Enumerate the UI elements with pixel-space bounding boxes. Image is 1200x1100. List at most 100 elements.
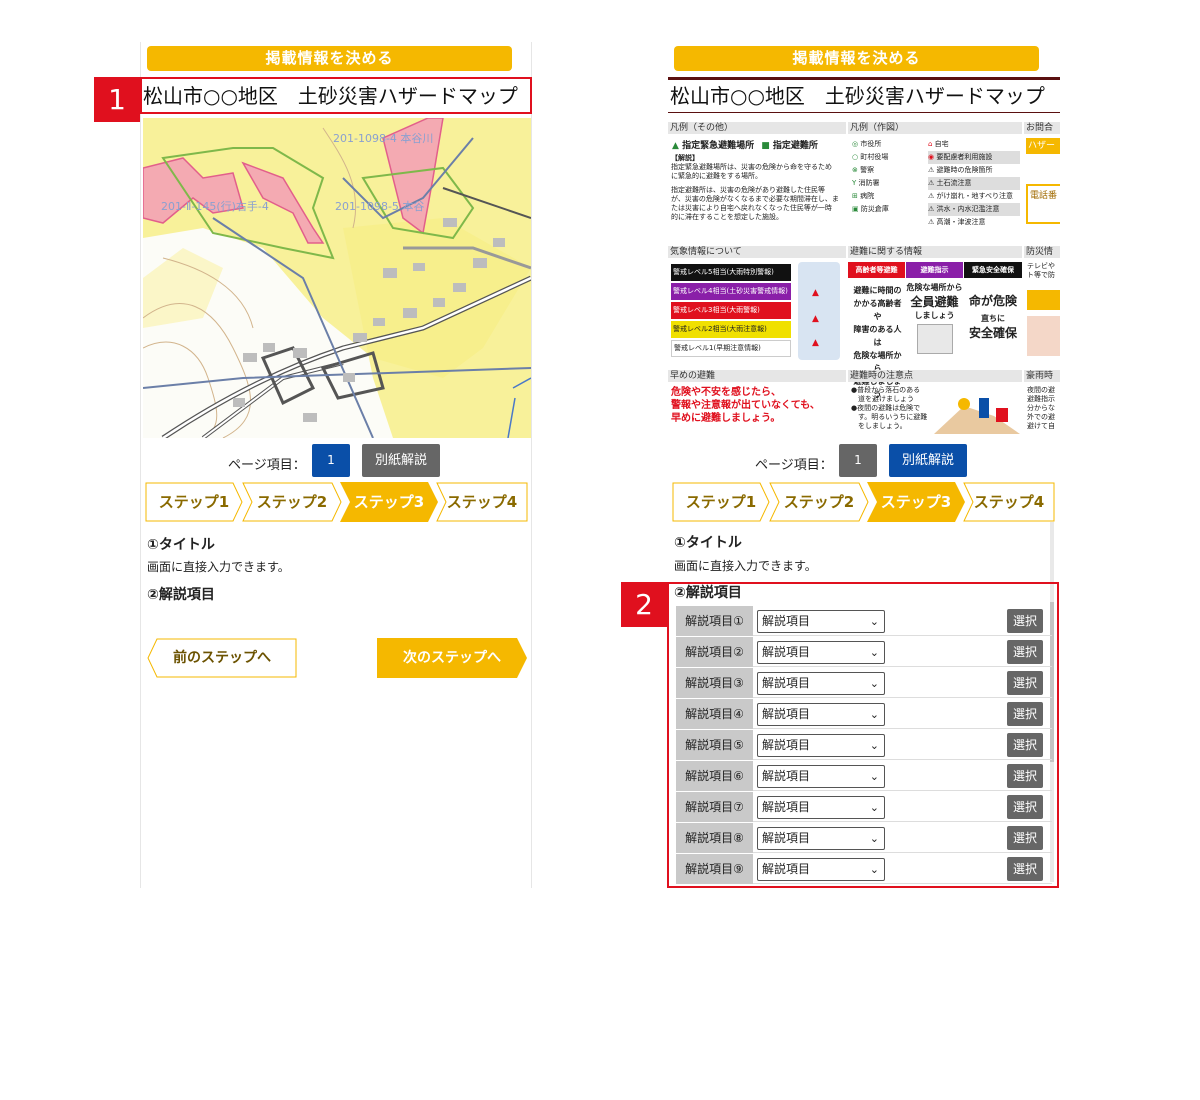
weather-level-4: 警戒レベル4相当(土砂災害警戒情報) xyxy=(671,283,791,300)
legend-item: 高潮・津波注意 xyxy=(936,218,986,226)
heavy-line: 避けて自 xyxy=(1027,422,1055,430)
evac-col1-line: 障害のある人は xyxy=(853,325,902,347)
shelter-icon: ■ xyxy=(761,141,770,151)
legend-item: 市役所 xyxy=(860,140,882,148)
disaster-info-title: 防災情 xyxy=(1024,246,1060,258)
emergency-site-icon: ▲ xyxy=(672,141,679,151)
poster-preview[interactable]: 凡例（その他） ▲ 指定緊急避難場所 ■ 指定避難所 【解説】 指定緊急避難場所… xyxy=(668,122,1060,438)
caution-line: ●普段から落石のある xyxy=(851,386,921,394)
page-number-button[interactable]: 1 xyxy=(312,444,350,477)
tv-text: ト等で防 xyxy=(1027,271,1055,279)
map-label-1: 201-1098-4 本谷川 xyxy=(333,131,433,145)
section-title-title: ①タイトル xyxy=(147,537,215,553)
weather-title: 気象情報について xyxy=(668,246,846,258)
section-explanation-title: ②解説項目 xyxy=(147,587,215,603)
separate-explanation-button[interactable]: 別紙解説 xyxy=(889,444,967,477)
explain-line: 指定緊急避難場所は、災害の危険から命を守るため xyxy=(671,163,832,171)
legend-item: 病院 xyxy=(860,192,875,200)
evac-col1-line: かかる高齢者や xyxy=(853,299,902,321)
caution-title: 避難時の注意点 xyxy=(848,370,1022,382)
weather-side-graphic: ▲ ▲ ▲ xyxy=(798,262,840,360)
legend-item: 避難時の危険箇所 xyxy=(936,166,993,174)
caution-panel: 避難時の注意点 ●普段から落石のある 道を避けましょう ●夜間の避難は危険で す… xyxy=(848,370,1022,438)
page-item-row: ページ項目： 1 別紙解説 xyxy=(668,444,1060,478)
evac-info-title: 避難に関する情報 xyxy=(848,246,1022,258)
early-evacuation-panel: 早めの避難 危険や不安を感じたら、 警報や注意報が出ていなくても、 早めに避難し… xyxy=(668,370,846,438)
callout-number-2: 2 xyxy=(621,582,667,627)
evac-col1-line: 避難に時間の xyxy=(853,286,902,295)
map-thumbnail xyxy=(1027,316,1060,356)
hazard-label: ハザー xyxy=(1026,138,1060,154)
weather-level-2: 警戒レベル2相当(大雨注意報) xyxy=(671,321,791,338)
step-1[interactable]: ステップ1 xyxy=(672,482,770,522)
next-step-button[interactable]: 次のステップへ xyxy=(377,638,527,678)
evacuation-info-panel: 避難に関する情報 高齢者等避難 避難指示 緊急安全確保 避難に時間の かかる高齢… xyxy=(848,246,1022,399)
heavy-line: 外での避 xyxy=(1027,413,1055,421)
map-label-3: 201-1098-5 本谷 xyxy=(335,199,424,213)
early-line: 早めに避難しましょう。 xyxy=(671,413,781,424)
page-item-row: ページ項目： 1 別紙解説 xyxy=(141,444,533,478)
building-icon xyxy=(916,324,953,354)
tv-text: テレビや xyxy=(1027,262,1055,270)
early-title: 早めの避難 xyxy=(668,370,846,382)
early-line: 危険や不安を感じたら、 xyxy=(671,387,781,398)
step-3-active[interactable]: ステップ3 xyxy=(340,482,438,522)
evac-head-emergency: 緊急安全確保 xyxy=(964,262,1022,278)
prev-step-button[interactable]: 前のステップへ xyxy=(147,638,297,678)
legend-item: 警察 xyxy=(860,166,875,174)
evac-col2-c: しましょう xyxy=(914,311,955,320)
section-title-description: 画面に直接入力できます。 xyxy=(674,559,817,573)
weather-panel: 気象情報について 警戒レベル5相当(大雨特別警報) 警戒レベル4相当(土砂災害警… xyxy=(668,246,846,364)
heavy-line: 夜間の避 xyxy=(1027,386,1055,394)
step-2[interactable]: ステップ2 xyxy=(242,482,342,522)
legend-item: 消防署 xyxy=(858,179,880,187)
section-title-title: ①タイトル xyxy=(674,535,742,551)
step-indicator: ステップ1 ステップ2 ステップ3 ステップ4 xyxy=(672,482,1056,522)
legend-item: 町村役場 xyxy=(860,153,889,161)
callout-number-1: 1 xyxy=(94,77,140,122)
legend-map-title: 凡例（作図） xyxy=(848,122,1022,134)
contact-panel: お問合 ハザー 電話番 xyxy=(1024,122,1060,240)
explain-line: たは災害により自宅へ戻れなくなった住民等が一時 xyxy=(671,204,832,212)
explain-head: 【解説】 xyxy=(671,154,699,162)
evac-col2-a: 危険な場所から xyxy=(906,283,963,292)
evac-head-elderly: 高齢者等避難 xyxy=(848,262,905,278)
legend-item: がけ崩れ・地すべり注意 xyxy=(936,192,1014,200)
legend-map-panel: 凡例（作図） ◎ 市役所 ○ 町村役場 ⊗ 警察 Y 消防署 ⊞ 病院 ▣ 防災… xyxy=(848,122,1022,240)
page-item-label: ページ項目： xyxy=(228,458,306,473)
caution-illustration xyxy=(934,398,1020,434)
info-button-graphic xyxy=(1027,290,1060,310)
section-title-description: 画面に直接入力できます。 xyxy=(147,560,290,574)
step-2[interactable]: ステップ2 xyxy=(769,482,869,522)
weather-level-3: 警戒レベル3相当(大雨警報) xyxy=(671,302,791,319)
header-bar: 掲載情報を決める xyxy=(147,46,512,71)
explain-line: 的に滞在することを想定した施設。 xyxy=(671,213,783,221)
heavy-line: 避難指示 xyxy=(1027,395,1055,403)
separate-explanation-button[interactable]: 別紙解説 xyxy=(362,444,440,477)
header-bar: 掲載情報を決める xyxy=(674,46,1039,71)
callout-box-1 xyxy=(140,77,532,114)
legend-item: 洪水・内水氾濫注意 xyxy=(936,205,1000,213)
legend-item: 土石流注意 xyxy=(936,179,972,187)
evac-col3-b: 直ちに xyxy=(981,314,1005,323)
hazard-map[interactable]: 201-1098-4 本谷川 201-Ⅱ-145(行)右手-4 201-1098… xyxy=(143,118,531,438)
legend-other-panel: 凡例（その他） ▲ 指定緊急避難場所 ■ 指定避難所 【解説】 指定緊急避難場所… xyxy=(668,122,846,240)
heavy-rain-title: 豪雨時 xyxy=(1024,370,1060,382)
step-1[interactable]: ステップ1 xyxy=(145,482,243,522)
legend-item: 防災倉庫 xyxy=(860,205,889,213)
page-title[interactable]: 松山市○○地区 土砂災害ハザードマップ xyxy=(668,77,1060,113)
page-number-button[interactable]: 1 xyxy=(839,444,877,477)
contact-title: お問合 xyxy=(1024,122,1060,134)
map-label-2: 201-Ⅱ-145(行)右手-4 xyxy=(161,199,269,213)
caution-line: ●夜間の避難は危険で xyxy=(851,404,921,412)
disaster-info-panel: 防災情 テレビや ト等で防 xyxy=(1024,246,1060,364)
step-indicator: ステップ1 ステップ2 ステップ3 ステップ4 xyxy=(145,482,529,522)
explain-line: に緊急的に避難をする場所。 xyxy=(671,172,762,180)
step-4[interactable]: ステップ4 xyxy=(963,482,1055,522)
legend-item: 要配慮者利用施設 xyxy=(936,153,993,161)
page-item-label: ページ項目： xyxy=(755,458,833,473)
explain-line: が、災害の危険がなくなるまで必要な期間滞在し、ま xyxy=(671,195,839,203)
caution-line: す。明るいうちに避難 xyxy=(851,413,928,421)
step-3-active[interactable]: ステップ3 xyxy=(867,482,965,522)
step-4[interactable]: ステップ4 xyxy=(436,482,528,522)
